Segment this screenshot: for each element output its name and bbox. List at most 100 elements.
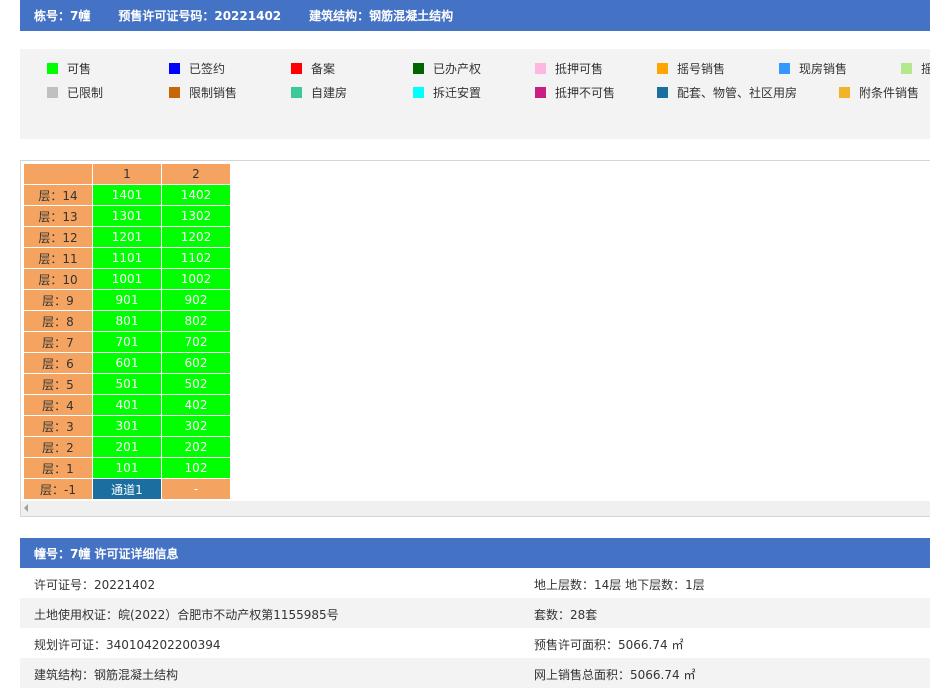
building-structure: 建筑结构：钢筋混凝土结构 bbox=[309, 9, 454, 23]
legend-swatch bbox=[535, 63, 546, 74]
column-header: 2 bbox=[161, 163, 231, 185]
building-number: 栋号：7幢 bbox=[34, 9, 91, 23]
floor-label: 层：9 bbox=[23, 289, 93, 311]
unit-grid-panel: 1 2 层：14 1401 1402 层：13 1301 1302 层：12 1201 12… bbox=[20, 160, 930, 517]
floor-label: 层：6 bbox=[23, 352, 93, 374]
unit-cell[interactable]: 402 bbox=[161, 394, 231, 416]
grid-header-row: 1 2 bbox=[23, 163, 231, 185]
unit-cell[interactable]: 1002 bbox=[161, 268, 231, 290]
scroll-left-arrow-icon[interactable] bbox=[24, 504, 28, 512]
status-legend: 可售 已签约 备案 已办产权 抵押可售 摇号销售 现房销售 摇 已限制 限制销售… bbox=[20, 49, 930, 139]
unit-cell[interactable]: 202 bbox=[161, 436, 231, 458]
unit-cell[interactable]: 201 bbox=[92, 436, 162, 458]
floor-label: 层：8 bbox=[23, 310, 93, 332]
presale-area: 预售许可面积：5066.74 ㎡ bbox=[534, 638, 684, 652]
floor-label: 层：2 bbox=[23, 436, 93, 458]
legend-item: 抵押可售 bbox=[535, 60, 603, 77]
floor-label: 层：3 bbox=[23, 415, 93, 437]
legend-swatch bbox=[413, 87, 424, 98]
floor-label: 层：1 bbox=[23, 457, 93, 479]
building-structure-detail: 建筑结构：钢筋混凝土结构 bbox=[34, 668, 179, 682]
detail-row: 许可证号：20221402 地上层数：14层 地下层数：1层 bbox=[20, 568, 930, 598]
legend-item: 限制销售 bbox=[169, 84, 237, 101]
detail-row: 建筑结构：钢筋混凝土结构 网上销售总面积：5066.74 ㎡ bbox=[20, 658, 930, 688]
legend-item: 摇号销售 bbox=[657, 60, 725, 77]
building-header: 栋号：7幢 预售许可证号码：20221402 建筑结构：钢筋混凝土结构 bbox=[20, 0, 930, 31]
floor-counts: 地上层数：14层 地下层数：1层 bbox=[534, 578, 705, 592]
unit-cell[interactable]: 701 bbox=[92, 331, 162, 353]
detail-row: 规划许可证：340104202200394 预售许可面积：5066.74 ㎡ bbox=[20, 628, 930, 658]
legend-item: 已办产权 bbox=[413, 60, 481, 77]
legend-swatch bbox=[169, 63, 180, 74]
unit-grid: 1 2 层：14 1401 1402 层：13 1301 1302 层：12 1201 12… bbox=[23, 163, 231, 500]
unit-cell[interactable]: 901 bbox=[92, 289, 162, 311]
legend-item: 可售 bbox=[47, 60, 91, 77]
unit-cell[interactable]: 1402 bbox=[161, 184, 231, 206]
legend-item: 抵押不可售 bbox=[535, 84, 615, 101]
unit-cell[interactable]: 1201 bbox=[92, 226, 162, 248]
floor-label: 层：11 bbox=[23, 247, 93, 269]
floor-label: 层：13 bbox=[23, 205, 93, 227]
column-header: 1 bbox=[92, 163, 162, 185]
unit-cell[interactable]: 502 bbox=[161, 373, 231, 395]
unit-cell[interactable]: 102 bbox=[161, 457, 231, 479]
floor-row: 层：1 101 102 bbox=[23, 457, 231, 479]
unit-cell[interactable]: 902 bbox=[161, 289, 231, 311]
floor-row: 层：12 1201 1202 bbox=[23, 226, 231, 248]
floor-label: 层：-1 bbox=[23, 478, 93, 500]
floor-row: 层：11 1101 1102 bbox=[23, 247, 231, 269]
unit-cell[interactable]: 1401 bbox=[92, 184, 162, 206]
unit-cell[interactable]: 1202 bbox=[161, 226, 231, 248]
floor-label: 层：10 bbox=[23, 268, 93, 290]
floor-row: 层：5 501 502 bbox=[23, 373, 231, 395]
floor-label: 层：14 bbox=[23, 184, 93, 206]
unit-cell[interactable]: 601 bbox=[92, 352, 162, 374]
permit-detail-title: 幢号：7幢 许可证详细信息 bbox=[34, 546, 179, 561]
planning-permit: 规划许可证：340104202200394 bbox=[34, 638, 221, 652]
unit-count: 套数：28套 bbox=[534, 608, 598, 622]
online-sales-area: 网上销售总面积：5066.74 ㎡ bbox=[534, 668, 696, 682]
floor-label: 层：4 bbox=[23, 394, 93, 416]
unit-cell-passage[interactable]: 通道1 bbox=[92, 478, 162, 500]
unit-cell[interactable]: 302 bbox=[161, 415, 231, 437]
legend-swatch bbox=[535, 87, 546, 98]
legend-swatch bbox=[47, 63, 58, 74]
legend-item: 已签约 bbox=[169, 60, 225, 77]
floor-row: 层：14 1401 1402 bbox=[23, 184, 231, 206]
legend-swatch bbox=[291, 87, 302, 98]
unit-cell[interactable]: 702 bbox=[161, 331, 231, 353]
unit-cell[interactable]: 1302 bbox=[161, 205, 231, 227]
floor-row: 层：9 901 902 bbox=[23, 289, 231, 311]
unit-cell[interactable]: 801 bbox=[92, 310, 162, 332]
unit-cell[interactable]: 1001 bbox=[92, 268, 162, 290]
grid-corner-cell bbox=[23, 163, 93, 185]
legend-item: 拆迁安置 bbox=[413, 84, 481, 101]
legend-item: 已限制 bbox=[47, 84, 103, 101]
legend-swatch bbox=[901, 63, 912, 74]
floor-row: 层：10 1001 1002 bbox=[23, 268, 231, 290]
unit-cell[interactable]: 1102 bbox=[161, 247, 231, 269]
legend-swatch bbox=[291, 63, 302, 74]
legend-item: 现房销售 bbox=[779, 60, 847, 77]
permit-detail-header: 幢号：7幢 许可证详细信息 bbox=[20, 538, 930, 568]
floor-row: 层：3 301 302 bbox=[23, 415, 231, 437]
floor-row: 层：-1 通道1- bbox=[23, 478, 231, 500]
presale-permit-number: 预售许可证号码：20221402 bbox=[118, 9, 282, 23]
legend-item: 自建房 bbox=[291, 84, 347, 101]
empty-unit-cell: - bbox=[161, 478, 231, 500]
legend-item: 备案 bbox=[291, 60, 335, 77]
unit-cell[interactable]: 602 bbox=[161, 352, 231, 374]
legend-item: 配套、物管、社区用房 bbox=[657, 84, 797, 101]
legend-swatch bbox=[839, 87, 850, 98]
unit-cell[interactable]: 802 bbox=[161, 310, 231, 332]
unit-cell[interactable]: 401 bbox=[92, 394, 162, 416]
horizontal-scrollbar[interactable] bbox=[21, 501, 930, 516]
unit-cell[interactable]: 501 bbox=[92, 373, 162, 395]
floor-row: 层：7 701 702 bbox=[23, 331, 231, 353]
legend-swatch bbox=[657, 87, 668, 98]
unit-cell[interactable]: 101 bbox=[92, 457, 162, 479]
unit-cell[interactable]: 1301 bbox=[92, 205, 162, 227]
unit-cell[interactable]: 301 bbox=[92, 415, 162, 437]
floor-label: 层：7 bbox=[23, 331, 93, 353]
unit-cell[interactable]: 1101 bbox=[92, 247, 162, 269]
